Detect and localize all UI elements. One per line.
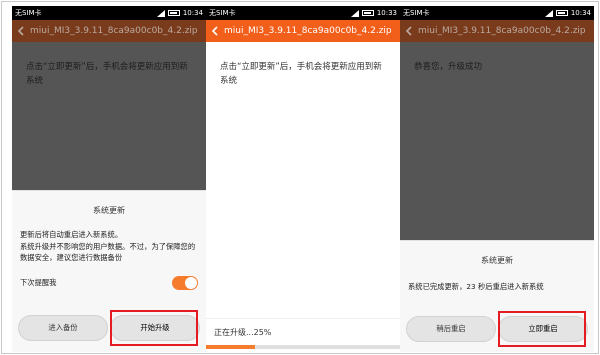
battery-icon bbox=[361, 10, 374, 16]
clock-text: 10:34 bbox=[570, 9, 591, 17]
back-arrow-icon[interactable] bbox=[210, 26, 220, 36]
toggle-knob bbox=[185, 277, 197, 289]
dialog-buttons: 稍后重启 立即重启 bbox=[406, 311, 588, 347]
title-bar: miui_MI3_3.9.11_8ca9a00c0b_4.2.zip bbox=[12, 20, 206, 42]
clock-text: 10:33 bbox=[376, 9, 397, 17]
progress-fill bbox=[206, 345, 255, 349]
dialog-body: 更新后将自动重启进入新系统。 系统升级并不影响您的用户数据。不过，为了保障您的数… bbox=[20, 229, 200, 264]
enter-backup-button[interactable]: 进入备份 bbox=[18, 315, 108, 341]
restart-dialog: 系统更新 系统已完成更新，23 秒后重启进入新系统 稍后重启 立即重启 bbox=[400, 240, 594, 352]
package-title: miui_MI3_3.9.11_8ca9a00c0b_4.2.zip bbox=[224, 26, 392, 36]
clock-text: 10:34 bbox=[182, 9, 203, 17]
dialog-title: 系统更新 bbox=[93, 206, 125, 215]
dialog-body: 系统已完成更新，23 秒后重启进入新系统 bbox=[408, 282, 544, 291]
success-message: 恭喜您，升级成功 bbox=[414, 62, 483, 72]
screenshot-frame: 无SIM卡 10:34 miui_MI3_3.9.11_8ca9a00c0b_4… bbox=[1, 1, 599, 354]
restart-now-button[interactable]: 立即重启 bbox=[498, 316, 588, 342]
phone-screen-upgrade-success: 无SIM卡 10:34 miui_MI3_3.9.11_8ca9a00c0b_4… bbox=[400, 6, 594, 352]
restart-later-button[interactable]: 稍后重启 bbox=[406, 316, 496, 342]
back-arrow-icon[interactable] bbox=[404, 26, 414, 36]
progress-text: 正在升级...25% bbox=[214, 328, 272, 337]
progress-bar bbox=[206, 345, 400, 349]
battery-icon bbox=[167, 10, 180, 16]
phone-screen-upgrading: 无SIM卡 10:33 miui_MI3_3.9.11_8ca9a00c0b_4… bbox=[206, 6, 400, 352]
phone-screen-update-prompt: 无SIM卡 10:34 miui_MI3_3.9.11_8ca9a00c0b_4… bbox=[12, 6, 206, 352]
package-title: miui_MI3_3.9.11_8ca9a00c0b_4.2.zip bbox=[30, 26, 198, 36]
remind-next-toggle[interactable] bbox=[172, 276, 198, 290]
start-upgrade-button[interactable]: 开始升级 bbox=[110, 315, 200, 341]
package-title: miui_MI3_3.9.11_8ca9a00c0b_4.2.zip bbox=[418, 26, 586, 36]
signal-icon bbox=[544, 9, 553, 17]
signal-icon bbox=[350, 9, 359, 17]
update-dialog: 系统更新 更新后将自动重启进入新系统。 系统升级并不影响您的用户数据。不过，为了… bbox=[12, 190, 206, 352]
update-message: 点击“立即更新”后，手机会将更新应用到新系统 bbox=[26, 62, 188, 86]
status-bar: 无SIM卡 10:34 bbox=[12, 6, 206, 20]
dialog-buttons: 进入备份 开始升级 bbox=[18, 310, 200, 346]
back-arrow-icon[interactable] bbox=[16, 26, 26, 36]
remind-next-row: 下次提醒我 bbox=[20, 276, 200, 290]
update-message: 点击“立即更新”后，手机会将更新应用到新系统 bbox=[220, 62, 382, 86]
upgrade-progress: 正在升级...25% bbox=[206, 318, 400, 352]
remind-next-label: 下次提醒我 bbox=[20, 278, 57, 287]
carrier-text: 无SIM卡 bbox=[15, 9, 42, 17]
dialog-title: 系统更新 bbox=[481, 256, 513, 265]
title-bar: miui_MI3_3.9.11_8ca9a00c0b_4.2.zip bbox=[400, 20, 594, 42]
content-area: 点击“立即更新”后，手机会将更新应用到新系统 bbox=[206, 42, 400, 352]
status-bar: 无SIM卡 10:33 bbox=[206, 6, 400, 20]
status-bar: 无SIM卡 10:34 bbox=[400, 6, 594, 20]
title-bar: miui_MI3_3.9.11_8ca9a00c0b_4.2.zip bbox=[206, 20, 400, 42]
signal-icon bbox=[156, 9, 165, 17]
carrier-text: 无SIM卡 bbox=[403, 9, 430, 17]
battery-icon bbox=[555, 10, 568, 16]
dialog-body-text: 更新后将自动重启进入新系统。 系统升级并不影响您的用户数据。不过，为了保障您的数… bbox=[20, 230, 196, 262]
carrier-text: 无SIM卡 bbox=[209, 9, 236, 17]
